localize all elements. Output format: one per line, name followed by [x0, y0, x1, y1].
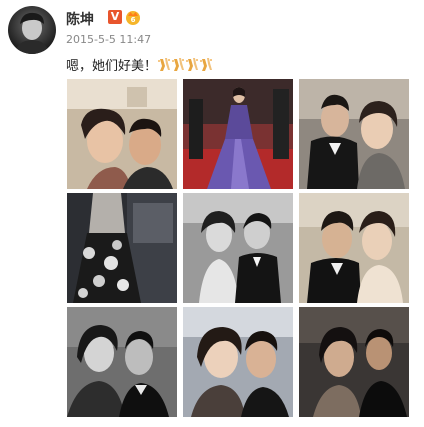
avatar[interactable]	[8, 6, 56, 54]
post-text-content: 嗯，她们好美！	[66, 59, 158, 74]
hands-clap-emoji-icon	[185, 57, 199, 73]
photo-7[interactable]	[67, 307, 177, 417]
hands-clap-emoji-icon	[171, 57, 185, 73]
post-text: 嗯，她们好美！	[66, 55, 213, 74]
author-name[interactable]: 陈坤	[66, 9, 94, 29]
photo-1[interactable]	[67, 79, 177, 189]
weibo-post: 陈坤 V 6 2015-5-5 11:47 嗯，她们好美！	[0, 0, 424, 427]
photo-8[interactable]	[183, 307, 293, 417]
photo-5[interactable]	[183, 193, 293, 303]
hands-clap-emoji-icon	[199, 57, 213, 73]
photo-6[interactable]	[299, 193, 409, 303]
photo-2[interactable]	[183, 79, 293, 189]
svg-text:6: 6	[131, 16, 136, 24]
vip-badge-icon[interactable]: V	[108, 10, 122, 24]
photo-9[interactable]	[299, 307, 409, 417]
photo-grid	[67, 79, 409, 417]
photo-4[interactable]	[67, 193, 177, 303]
hands-clap-emoji-icon	[157, 57, 171, 73]
photo-3[interactable]	[299, 79, 409, 189]
post-timestamp[interactable]: 2015-5-5 11:47	[66, 33, 151, 46]
emoji-row	[157, 57, 213, 74]
crown-level-icon[interactable]: 6	[124, 8, 142, 26]
